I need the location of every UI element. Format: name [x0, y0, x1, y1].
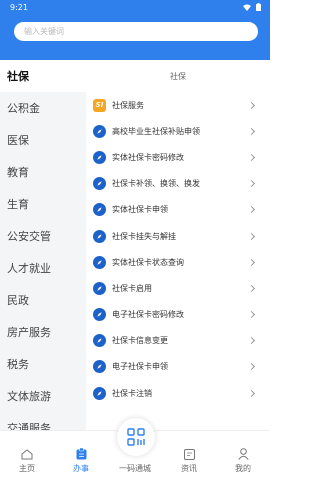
- compass-icon: [93, 177, 106, 191]
- list-item-label: 社保卡启用: [112, 283, 152, 293]
- sidebar-item-employment[interactable]: 人才就业: [0, 252, 86, 284]
- list-item[interactable]: 社保卡信息变更: [86, 328, 270, 354]
- compass-icon: [93, 281, 106, 295]
- tab-services-label: 办事: [73, 464, 89, 473]
- sidebar-item-label: 教育: [7, 166, 29, 179]
- sidebar-item-social-security[interactable]: 社保: [0, 60, 86, 92]
- status-icons: [243, 3, 261, 11]
- chevron-right-icon: [247, 232, 256, 240]
- chevron-right-icon: [247, 389, 256, 397]
- list-item[interactable]: 社保卡注销: [86, 380, 270, 406]
- chevron-right-icon: [247, 180, 256, 188]
- list-item-label: 社保卡注销: [112, 388, 152, 398]
- list-item[interactable]: 社保卡挂失与解挂: [86, 223, 270, 249]
- sidebar-item-label: 民政: [7, 294, 29, 307]
- user-icon: [237, 448, 249, 460]
- home-icon: [21, 449, 33, 460]
- compass-icon: [93, 308, 106, 322]
- battery-icon: [256, 3, 261, 11]
- sidebar-item-real-estate[interactable]: 房产服务: [0, 316, 86, 348]
- sidebar-item-tax[interactable]: 税务: [0, 348, 86, 380]
- section-title: 社保: [170, 71, 186, 81]
- chevron-right-icon: [247, 284, 256, 292]
- list-item-label: 高校毕业生社保补贴申领: [112, 126, 200, 136]
- compass-icon: [93, 124, 106, 138]
- list-item-label: 实体社保卡密码修改: [112, 152, 184, 162]
- service-list: 社保 SI 社保服务 高校毕业生社保补贴申领 实体社保卡密码修改 社保卡补领、换…: [86, 60, 270, 450]
- wifi-icon: [243, 4, 251, 11]
- sidebar-item-label: 房产服务: [7, 326, 51, 339]
- list-item[interactable]: 电子社保卡密码修改: [86, 302, 270, 328]
- compass-icon: [93, 360, 106, 374]
- tab-city-code-label: 一码通城: [119, 464, 151, 473]
- chevron-right-icon: [247, 258, 256, 266]
- sidebar-item-label: 公积金: [7, 102, 40, 115]
- tab-mine-label: 我的: [235, 464, 251, 473]
- search-input[interactable]: [24, 27, 258, 36]
- sidebar-item-label: 公安交管: [7, 230, 51, 243]
- news-icon: [183, 449, 195, 460]
- status-bar: 9:21: [0, 0, 270, 14]
- list-item-label: 社保卡信息变更: [112, 336, 168, 346]
- status-time: 9:21: [10, 2, 28, 12]
- list-item[interactable]: 实体社保卡申领: [86, 197, 270, 223]
- tab-news-label: 资讯: [181, 464, 197, 473]
- compass-icon: [93, 334, 106, 348]
- list-item-label: 实体社保卡状态查询: [112, 257, 184, 267]
- list-item-label: 社保卡挂失与解挂: [112, 231, 176, 241]
- list-item[interactable]: SI 社保服务: [86, 92, 270, 118]
- list-item-label: 社保卡补领、换领、换发: [112, 179, 200, 189]
- list-item[interactable]: 实体社保卡密码修改: [86, 144, 270, 170]
- sidebar-item-label: 税务: [7, 358, 29, 371]
- list-item[interactable]: 社保卡补领、换领、换发: [86, 171, 270, 197]
- chevron-right-icon: [247, 311, 256, 319]
- clipboard-icon: [76, 448, 86, 460]
- sidebar-item-traffic-police[interactable]: 公安交管: [0, 220, 86, 252]
- tab-services[interactable]: 办事: [54, 431, 108, 480]
- sidebar-item-label: 文体旅游: [7, 390, 51, 403]
- list-item[interactable]: 高校毕业生社保补贴申领: [86, 118, 270, 144]
- category-sidebar: 社保 公积金 医保 教育 生育 公安交管 人才就业 民政 房产服务 税务 文体旅…: [0, 60, 86, 450]
- sidebar-item-housing-fund[interactable]: 公积金: [0, 92, 86, 124]
- list-item[interactable]: 社保卡启用: [86, 275, 270, 301]
- sidebar-item-label: 生育: [7, 198, 29, 211]
- list-item-label: 实体社保卡申领: [112, 205, 168, 215]
- sidebar-item-culture-tourism[interactable]: 文体旅游: [0, 380, 86, 412]
- sidebar-item-label: 医保: [7, 134, 29, 147]
- sidebar-item-label: 社保: [7, 70, 29, 83]
- list-item-label: 社保服务: [112, 100, 144, 110]
- chevron-right-icon: [247, 337, 256, 345]
- compass-icon: [93, 150, 106, 164]
- si-logo-icon: SI: [93, 98, 106, 112]
- list-item[interactable]: 实体社保卡状态查询: [86, 249, 270, 275]
- list-item-label: 电子社保卡密码修改: [112, 310, 184, 320]
- list-item-label: 电子社保卡申领: [112, 362, 168, 372]
- list-item[interactable]: 电子社保卡申领: [86, 354, 270, 380]
- sidebar-item-maternity[interactable]: 生育: [0, 188, 86, 220]
- chevron-right-icon: [247, 206, 256, 214]
- chevron-right-icon: [247, 153, 256, 162]
- tab-news[interactable]: 资讯: [162, 431, 216, 480]
- compass-icon: [93, 255, 106, 269]
- scan-code-button[interactable]: [117, 418, 155, 456]
- sidebar-item-medical-insurance[interactable]: 医保: [0, 124, 86, 156]
- tab-mine[interactable]: 我的: [216, 431, 270, 480]
- compass-icon: [93, 229, 106, 243]
- sidebar-item-label: 人才就业: [7, 262, 51, 275]
- chevron-right-icon: [247, 363, 256, 371]
- header: 9:21: [0, 0, 270, 60]
- search-box[interactable]: [14, 22, 258, 41]
- tab-home-label: 主页: [19, 464, 35, 473]
- tab-home[interactable]: 主页: [0, 431, 54, 480]
- qr-code-icon: [127, 428, 145, 446]
- compass-icon: [93, 386, 106, 400]
- sidebar-item-education[interactable]: 教育: [0, 156, 86, 188]
- chevron-right-icon: [247, 127, 256, 135]
- sidebar-item-civil-affairs[interactable]: 民政: [0, 284, 86, 316]
- chevron-right-icon: [247, 101, 256, 109]
- compass-icon: [93, 203, 106, 217]
